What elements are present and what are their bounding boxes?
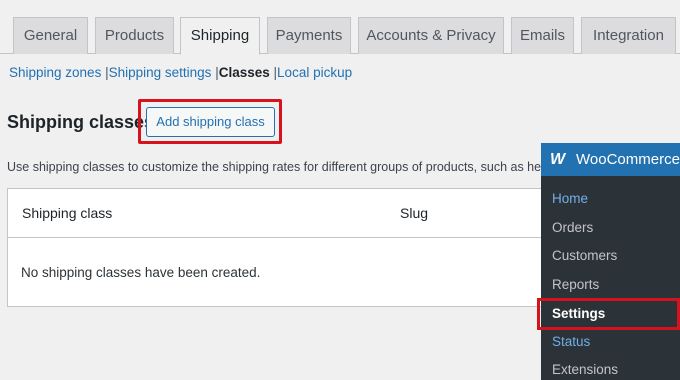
tab-products[interactable]: Products: [95, 17, 174, 54]
subnav-shipping-zones[interactable]: Shipping zones: [9, 65, 101, 80]
subnav-local-pickup[interactable]: Local pickup: [277, 65, 352, 80]
settings-tabs: General Products Shipping Payments Accou…: [0, 0, 680, 55]
menu-item-reports[interactable]: Reports: [552, 277, 599, 292]
woocommerce-menu-title: WooCommerce: [576, 151, 680, 168]
subnav-shipping-settings[interactable]: Shipping settings: [109, 65, 212, 80]
woocommerce-admin-menu: W WooCommerce Home Orders Customers Repo…: [541, 143, 680, 380]
empty-message: No shipping classes have been created.: [21, 265, 261, 280]
menu-item-extensions[interactable]: Extensions: [552, 362, 618, 377]
shipping-classes-table: Shipping class Slug No shipping classes …: [7, 188, 567, 307]
column-header-shipping-class: Shipping class: [22, 205, 113, 221]
tab-accounts-privacy[interactable]: Accounts & Privacy: [358, 17, 504, 54]
tab-payments[interactable]: Payments: [267, 17, 351, 54]
add-shipping-class-button[interactable]: Add shipping class: [146, 107, 275, 137]
menu-item-home[interactable]: Home: [552, 191, 588, 206]
settings-highlight: [537, 298, 680, 330]
column-header-slug: Slug: [400, 205, 429, 221]
table-header: Shipping class Slug: [8, 189, 566, 238]
tab-general[interactable]: General: [13, 17, 88, 54]
menu-item-orders[interactable]: Orders: [552, 220, 593, 235]
woocommerce-menu-header[interactable]: W WooCommerce: [541, 143, 680, 176]
tab-integration[interactable]: Integration: [581, 17, 676, 54]
add-button-highlight: Add shipping class: [138, 99, 282, 144]
tab-emails[interactable]: Emails: [511, 17, 574, 54]
woocommerce-logo-icon: W: [550, 151, 566, 168]
menu-item-status[interactable]: Status: [552, 334, 590, 349]
shipping-subnav: Shipping zones |Shipping settings |Class…: [9, 65, 352, 80]
tab-shipping[interactable]: Shipping: [180, 17, 260, 55]
subnav-classes: Classes: [218, 65, 270, 80]
page-title: Shipping classes: [7, 112, 155, 132]
menu-item-customers[interactable]: Customers: [552, 248, 617, 263]
page-description: Use shipping classes to customize the sh…: [7, 160, 547, 174]
